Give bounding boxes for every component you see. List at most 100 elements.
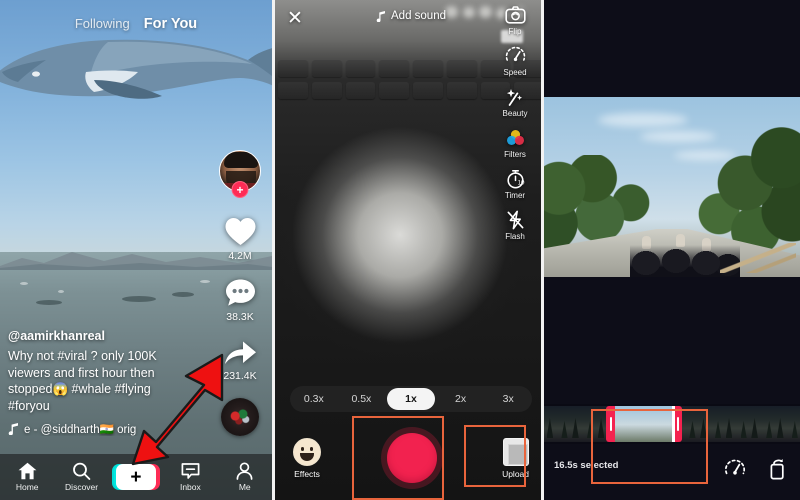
red-arrow-annotation xyxy=(131,353,224,466)
tool-speed[interactable]: Speed xyxy=(492,46,538,77)
nav-label-home: Home xyxy=(15,482,39,492)
music-disc-icon[interactable] xyxy=(221,398,259,436)
screenshot-stage: Following For You + 4.2M 38.3K 231.4K @a… xyxy=(0,0,800,500)
playhead[interactable] xyxy=(672,406,675,442)
smiley-mouth xyxy=(300,452,314,461)
svg-text:10: 10 xyxy=(517,179,524,186)
close-icon[interactable]: ✕ xyxy=(287,9,303,28)
avatar[interactable]: + xyxy=(219,150,261,200)
rotate-icon[interactable] xyxy=(766,458,788,480)
follow-plus-badge[interactable]: + xyxy=(231,181,249,198)
trim-filmstrip[interactable] xyxy=(544,404,800,444)
color-circles-icon xyxy=(506,130,524,145)
editor-bottom-bar: 16.5s selected xyxy=(544,448,800,500)
sea-detail xyxy=(122,296,156,302)
tab-following[interactable]: Following xyxy=(75,16,130,31)
trim-selection[interactable] xyxy=(606,406,682,442)
speed-option-1[interactable]: 0.5x xyxy=(338,388,386,410)
plus-icon: + xyxy=(130,466,142,488)
speedometer-icon xyxy=(505,46,525,62)
nav-label-me: Me xyxy=(238,482,251,492)
tool-label-flip: Flip xyxy=(508,27,522,36)
nav-item-create[interactable]: + xyxy=(111,464,161,490)
upload-button[interactable]: Upload xyxy=(502,437,529,479)
keyboard-key xyxy=(345,82,376,99)
keyboard-key xyxy=(311,60,342,77)
filmstrip-cell xyxy=(748,406,775,442)
smiley-face-icon xyxy=(293,437,321,466)
tool-label-timer: Timer xyxy=(504,191,526,200)
tiktok-editor-panel: 16.5s selected xyxy=(544,0,800,500)
bus-railing xyxy=(720,243,796,273)
trim-selection-frames xyxy=(615,406,673,442)
sea-detail xyxy=(36,300,62,305)
keyboard-key xyxy=(311,82,342,99)
gallery-thumb-icon xyxy=(502,437,529,466)
camera-bottom-bar: Effects Upload xyxy=(275,416,541,500)
comment-icon xyxy=(225,279,255,306)
comment-button[interactable]: 38.3K xyxy=(225,278,256,323)
keyboard-key xyxy=(278,60,308,77)
filmstrip-cell xyxy=(723,406,749,442)
tiktok-camera-panel: ✕ Add sound Flip Speed Beauty Filters 10… xyxy=(272,0,544,500)
camera-flip-icon xyxy=(504,6,526,24)
feed-tabs: Following For You xyxy=(0,16,272,32)
speed-option-3[interactable]: 2x xyxy=(437,388,485,410)
tool-label-flash: Flash xyxy=(505,232,525,241)
music-note-icon xyxy=(8,423,18,435)
speed-option-0[interactable]: 0.3x xyxy=(290,388,338,410)
whale-image xyxy=(0,39,272,99)
smiley-eye-right xyxy=(310,446,313,451)
effects-label: Effects xyxy=(294,468,320,479)
keyboard-key xyxy=(345,60,376,77)
tool-filters[interactable]: Filters xyxy=(492,128,538,159)
author-handle[interactable]: @aamirkhanreal xyxy=(8,329,194,343)
nav-item-home[interactable]: Home xyxy=(2,462,52,492)
nav-item-me[interactable]: Me xyxy=(220,462,270,492)
keyboard-key xyxy=(413,82,443,99)
keyboard-key xyxy=(446,82,477,99)
nav-label-discover: Discover xyxy=(65,482,99,492)
keyboard-key xyxy=(379,82,409,99)
cloud-wisp xyxy=(598,113,688,127)
flash-off-icon xyxy=(507,210,523,230)
add-sound-button[interactable]: Add sound xyxy=(376,10,446,22)
tool-timer[interactable]: 10 Timer xyxy=(492,169,538,200)
share-button[interactable]: 231.4K xyxy=(223,339,257,382)
share-arrow-icon xyxy=(224,341,256,364)
plus-button[interactable]: + xyxy=(111,464,160,490)
tiktok-feed-panel: Following For You + 4.2M 38.3K 231.4K @a… xyxy=(0,0,272,500)
tool-beauty[interactable]: Beauty xyxy=(492,87,538,118)
tab-for-you[interactable]: For You xyxy=(144,16,197,32)
trim-handle-left[interactable] xyxy=(606,406,615,442)
effects-button[interactable]: Effects xyxy=(293,437,321,479)
nav-item-discover[interactable]: Discover xyxy=(57,462,107,492)
music-note-icon xyxy=(376,10,385,22)
sparkle-wand-icon xyxy=(506,89,522,106)
speed-option-2-selected[interactable]: 1x xyxy=(387,388,435,410)
keyboard-key xyxy=(379,60,409,77)
tool-flip[interactable]: Flip xyxy=(492,5,538,36)
selection-duration-label: 16.5s selected xyxy=(554,460,619,471)
nav-label-inbox: Inbox xyxy=(179,482,201,492)
sea-detail xyxy=(20,282,28,285)
filmstrip-cell xyxy=(569,406,596,442)
heart-icon xyxy=(225,218,255,245)
speed-dial-icon[interactable] xyxy=(724,458,746,480)
filmstrip-cell xyxy=(697,406,724,442)
like-button[interactable]: 4.2M xyxy=(224,216,257,262)
avatar-hair xyxy=(224,152,258,168)
upload-label: Upload xyxy=(502,468,529,479)
like-count: 4.2M xyxy=(228,250,252,262)
speed-selector: 0.3x 0.5x 1x 2x 3x xyxy=(290,386,532,412)
tool-flash[interactable]: Flash xyxy=(492,210,538,241)
filmstrip-cell xyxy=(544,406,570,442)
sea-detail xyxy=(172,292,194,297)
keyboard-key xyxy=(278,82,308,99)
video-preview[interactable] xyxy=(544,97,800,277)
keyboard-key xyxy=(413,60,443,77)
record-button[interactable] xyxy=(380,427,443,489)
speed-option-4[interactable]: 3x xyxy=(484,388,532,410)
tool-label-filters: Filters xyxy=(504,150,526,159)
sea-detail xyxy=(58,290,64,293)
